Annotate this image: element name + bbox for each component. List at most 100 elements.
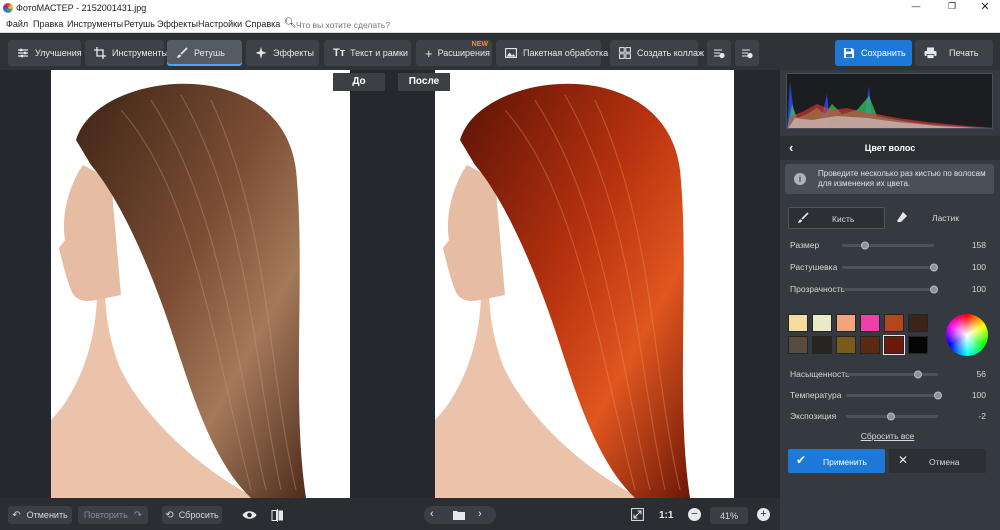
tab-label: Текст и рамки: [350, 48, 408, 58]
histogram-graph: [787, 82, 992, 128]
minimize-icon[interactable]: —: [906, 1, 926, 15]
color-swatch[interactable]: [884, 314, 904, 332]
new-badge: NEW: [471, 41, 488, 48]
tab-tools[interactable]: Инструменты: [85, 40, 168, 66]
before-portrait-image: [51, 83, 306, 498]
compare-view-button[interactable]: [266, 506, 288, 524]
menu-file[interactable]: Файл: [6, 19, 28, 29]
eraser-tool-button[interactable]: Ластик: [888, 207, 992, 229]
slider-value: 56: [976, 369, 986, 379]
plus-icon: +: [425, 45, 433, 61]
tab-enhancements[interactable]: Улучшения: [8, 40, 82, 66]
redo-label: Повторить: [83, 510, 128, 520]
slider-thumb[interactable]: [934, 391, 942, 400]
color-swatch[interactable]: [836, 314, 856, 332]
redo-button[interactable]: Повторить ↷: [78, 506, 148, 524]
slider-track[interactable]: [846, 412, 938, 421]
color-swatch[interactable]: [812, 314, 832, 332]
checkmark-icon: ✔: [796, 453, 807, 467]
folder-icon[interactable]: [453, 510, 465, 520]
color-wheel-picker[interactable]: [946, 314, 988, 356]
undo-label: Отменить: [26, 510, 68, 520]
reset-label: Сбросить: [178, 510, 219, 520]
right-panel: ‹ Цвет волос i Проведите несколько раз к…: [780, 70, 1000, 530]
cancel-button[interactable]: ✕ Отмена: [889, 449, 986, 473]
before-photo[interactable]: [51, 70, 350, 498]
undo-button[interactable]: ↶ Отменить: [8, 506, 72, 524]
tab-extensions[interactable]: + Расширения NEW: [416, 40, 492, 66]
brush-icon: [177, 47, 188, 58]
zoom-1-1-button[interactable]: 1:1: [659, 510, 673, 521]
eye-icon: [242, 511, 256, 519]
prev-photo-icon[interactable]: ‹: [430, 508, 434, 520]
menu-settings[interactable]: Настройки: [198, 19, 242, 29]
preview-toggle-button[interactable]: [238, 506, 260, 524]
slider-value: 158: [971, 240, 986, 250]
print-button[interactable]: Печать: [915, 40, 993, 66]
tab-label: Инструменты: [112, 48, 169, 58]
slider-track[interactable]: [842, 241, 934, 250]
floppy-icon: [844, 48, 854, 58]
save-button[interactable]: Сохранить: [835, 40, 912, 66]
cancel-label: Отмена: [929, 457, 960, 467]
close-icon: ✕: [898, 453, 909, 467]
slider-track[interactable]: [846, 391, 942, 400]
adjust-history-button[interactable]: [707, 40, 731, 66]
apply-button[interactable]: ✔ Применить: [788, 449, 885, 473]
sparkle-icon: [255, 47, 267, 59]
slider-thumb[interactable]: [930, 263, 938, 272]
tab-label: Пакетная обработка: [523, 48, 609, 58]
reset-button[interactable]: ⟲ Сбросить: [162, 506, 222, 524]
next-photo-icon[interactable]: ›: [478, 508, 482, 520]
slider-thumb[interactable]: [930, 285, 938, 294]
menu-tools[interactable]: Инструменты: [67, 19, 123, 29]
search-icon[interactable]: 🔍︎: [284, 18, 297, 29]
color-swatch[interactable]: [860, 314, 880, 332]
close-window-icon[interactable]: ✕: [975, 0, 995, 14]
after-label: После: [398, 73, 450, 91]
adjust-presets-button[interactable]: [735, 40, 759, 66]
color-swatch[interactable]: [908, 336, 928, 354]
zoom-out-icon[interactable]: −: [688, 508, 701, 521]
color-swatch[interactable]: [812, 336, 832, 354]
maximize-icon[interactable]: ❐: [942, 1, 962, 15]
color-swatch[interactable]: [860, 336, 880, 354]
color-swatch[interactable]: [883, 335, 905, 355]
tab-retouch[interactable]: Ретушь: [167, 40, 242, 66]
slider-track[interactable]: [846, 370, 938, 379]
tab-effects[interactable]: Эффекты: [246, 40, 319, 66]
color-swatch[interactable]: [788, 314, 808, 332]
zoom-value-field[interactable]: 41%: [710, 507, 748, 524]
slider-track[interactable]: [842, 263, 938, 272]
hint-box: i Проведите несколько раз кистью по воло…: [785, 164, 994, 194]
tab-text-frames[interactable]: Tт Текст и рамки: [324, 40, 411, 66]
search-input[interactable]: [296, 18, 436, 31]
menu-edit[interactable]: Правка: [33, 19, 63, 29]
tab-create-collage[interactable]: Создать коллаж: [610, 40, 704, 66]
zoom-in-icon[interactable]: +: [757, 508, 770, 521]
slider-thumb[interactable]: [913, 370, 922, 379]
menu-retouch[interactable]: Ретушь: [124, 19, 155, 29]
bottom-bar: ↶ Отменить Повторить ↷ ⟲ Сбросить ‹ › 1:…: [0, 498, 780, 530]
fit-screen-icon[interactable]: [631, 508, 644, 521]
after-photo[interactable]: [435, 70, 734, 498]
color-swatch[interactable]: [908, 314, 928, 332]
slider-value: 100: [971, 390, 986, 400]
menu-help[interactable]: Справка: [245, 19, 280, 29]
redo-icon: ↷: [133, 509, 143, 521]
menu-effects[interactable]: Эффекты: [157, 19, 198, 29]
color-swatch[interactable]: [836, 336, 856, 354]
eraser-icon: [897, 212, 907, 222]
slider-thumb[interactable]: [887, 412, 896, 421]
tab-batch-processing[interactable]: Пакетная обработка: [496, 40, 608, 66]
slider-thumb[interactable]: [861, 241, 869, 250]
sliders-up-icon: [714, 49, 725, 59]
slider-track[interactable]: [842, 285, 938, 294]
color-swatch[interactable]: [788, 336, 808, 354]
reset-all-link[interactable]: Сбросить все: [780, 431, 995, 441]
panel-title: Цвет волос: [864, 143, 916, 153]
slider-value: -2: [978, 411, 986, 421]
slider-label: Растушевка: [790, 262, 838, 272]
menu-bar: Файл Правка Инструменты Ретушь Эффекты Н…: [0, 16, 1000, 33]
brush-tool-button[interactable]: Кисть: [788, 207, 885, 229]
